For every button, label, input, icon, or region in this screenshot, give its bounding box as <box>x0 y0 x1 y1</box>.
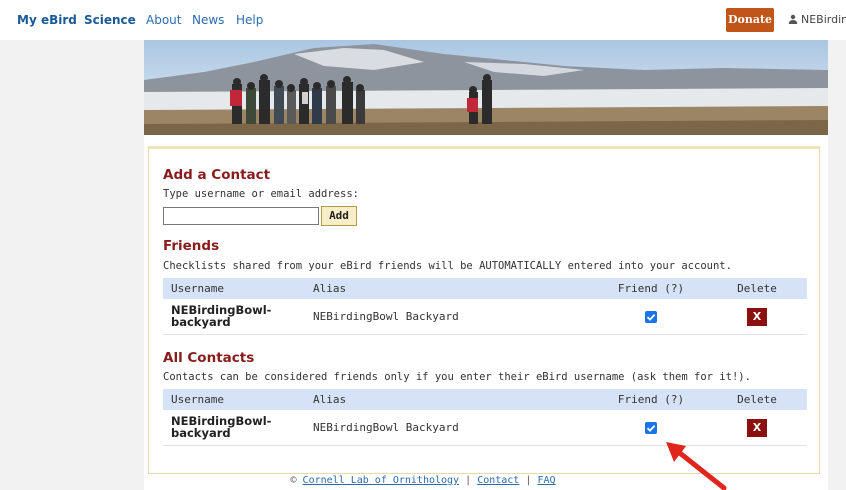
col-friend[interactable]: Friend (?) <box>611 278 691 299</box>
table-header: Username Alias Friend (?) Delete <box>163 278 807 299</box>
footer-separator: | <box>465 475 472 486</box>
contact-link[interactable]: Contact <box>477 475 519 486</box>
col-username: Username <box>171 282 224 295</box>
all-contacts-description: Contacts can be considered friends only … <box>163 371 751 383</box>
col-username: Username <box>171 393 224 406</box>
faq-link[interactable]: FAQ <box>537 475 555 486</box>
add-contact-instruction: Type username or email address: <box>163 188 359 200</box>
col-delete: Delete <box>737 282 777 295</box>
nav-my-ebird[interactable]: My eBird <box>17 13 77 27</box>
col-delete: Delete <box>737 393 777 406</box>
left-gutter <box>0 40 144 490</box>
copyright-symbol: © <box>290 475 297 486</box>
cornell-link[interactable]: Cornell Lab of Ornithology <box>303 475 460 486</box>
row-alias: NEBirdingBowl Backyard <box>313 310 459 323</box>
donate-button[interactable]: Donate <box>726 8 774 32</box>
delete-button[interactable]: X <box>747 419 767 437</box>
contact-search-input[interactable] <box>163 207 319 225</box>
friends-table: Username Alias Friend (?) Delete NEBirdi… <box>163 278 807 335</box>
friends-heading: Friends <box>163 238 220 254</box>
footer-separator: | <box>525 475 532 486</box>
user-name: NEBirdingBowl <box>801 13 846 26</box>
friends-description: Checklists shared from your eBird friend… <box>163 260 732 272</box>
table-row: NEBirdingBowl-backyard NEBirdingBowl Bac… <box>163 299 807 335</box>
checkbox-checked-icon <box>646 313 656 321</box>
nav-about[interactable]: About <box>146 13 181 27</box>
nav-news[interactable]: News <box>192 13 224 27</box>
all-contacts-heading: All Contacts <box>163 350 255 366</box>
col-alias: Alias <box>313 282 347 295</box>
nav-help[interactable]: Help <box>236 13 263 27</box>
delete-button[interactable]: X <box>747 308 767 326</box>
friend-checkbox[interactable] <box>645 311 657 323</box>
all-contacts-table: Username Alias Friend (?) Delete NEBirdi… <box>163 389 807 446</box>
table-header: Username Alias Friend (?) Delete <box>163 389 807 410</box>
user-menu[interactable]: NEBirdingBowl <box>788 13 846 26</box>
user-icon <box>788 14 798 24</box>
col-alias: Alias <box>313 393 347 406</box>
row-username[interactable]: NEBirdingBowl-backyard <box>171 304 301 328</box>
col-friend[interactable]: Friend (?) <box>611 389 691 410</box>
row-alias: NEBirdingBowl Backyard <box>313 421 459 434</box>
checkbox-checked-icon <box>646 424 656 432</box>
add-button[interactable]: Add <box>321 206 357 226</box>
contacts-panel: Add a Contact Type username or email add… <box>148 146 820 474</box>
nav-science[interactable]: Science <box>84 13 136 27</box>
add-contact-heading: Add a Contact <box>163 167 271 183</box>
friend-checkbox[interactable] <box>645 422 657 434</box>
row-username[interactable]: NEBirdingBowl-backyard <box>171 415 301 439</box>
hero-photo <box>144 40 828 135</box>
right-gutter <box>828 40 846 490</box>
annotation-arrow-icon <box>666 442 727 490</box>
top-nav: My eBird Science About News Help Donate … <box>0 0 846 40</box>
